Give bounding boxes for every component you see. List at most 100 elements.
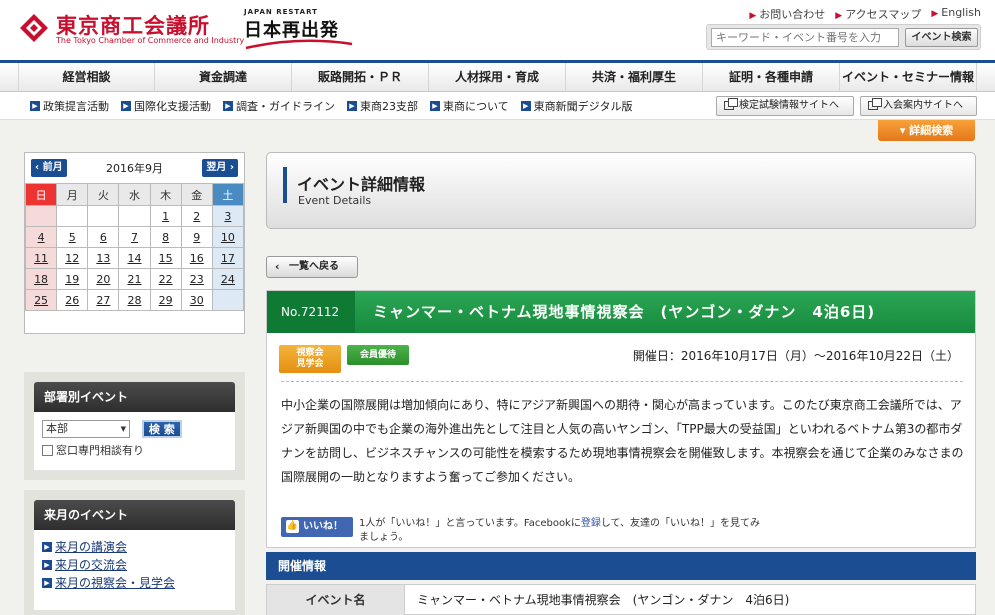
calendar-day[interactable]: 5 [56, 226, 89, 248]
english-link[interactable]: ▶ English [931, 6, 981, 22]
main-nav: 経営相談 資金調達 販路開拓・ＰＲ 人材採用・育成 共済・福利厚生 証明・各種申… [0, 60, 995, 92]
next-month-lectures-link[interactable]: ▶ 来月の講演会 [42, 538, 227, 556]
event-title: ミャンマー・ベトナム現地事情視察会 (ヤンゴン・ダナン 4泊6日) [373, 303, 876, 321]
subnav-research[interactable]: ▶ 調査・ガイドライン [223, 98, 335, 114]
site-header: 東京商工会議所 The Tokyo Chamber of Commerce an… [0, 0, 995, 60]
arrow-right-icon: ▶ [347, 101, 357, 111]
subnav-international[interactable]: ▶ 国際化支援活動 [121, 98, 211, 114]
weekday-sun: 日 [24, 183, 58, 206]
event-header: No.72112 ミャンマー・ベトナム現地事情視察会 (ヤンゴン・ダナン 4泊6… [267, 291, 975, 333]
calendar-day[interactable]: 3 [211, 205, 245, 227]
calendar-day[interactable]: 30 [180, 289, 213, 311]
calendar-day[interactable]: 20 [87, 268, 120, 290]
exam-site-button[interactable]: 検定試験情報サイトへ [716, 96, 854, 116]
nav-welfare[interactable]: 共済・福利厚生 [566, 63, 703, 91]
calendar-day[interactable]: 13 [87, 247, 120, 269]
sub-nav-links: ▶ 政策提言活動 ▶ 国際化支援活動 ▶ 調査・ガイドライン ▶ 東商23支部 ▶ 東商に… [30, 98, 644, 114]
detail-search-tab[interactable]: ▾ 詳細検索 [878, 120, 975, 141]
nav-sales-pr[interactable]: 販路開拓・ＰＲ [292, 63, 429, 91]
facebook-register-link[interactable]: 登録 [581, 518, 601, 529]
next-month-tours-link[interactable]: ▶ 来月の視察会・見学会 [42, 574, 227, 592]
subnav-policy[interactable]: ▶ 政策提言活動 [30, 98, 109, 114]
arrow-right-icon: ▶ [835, 11, 843, 21]
back-to-list-button[interactable]: ‹ 一覧へ戻る [266, 256, 358, 278]
subnav-about[interactable]: ▶ 東商について [430, 98, 509, 114]
chevron-down-icon: ▾ [899, 124, 910, 137]
calendar-day[interactable]: 25 [24, 289, 58, 311]
external-link-icon [868, 98, 882, 110]
title-accent-bar [283, 167, 287, 203]
event-info-header: 開催情報 [266, 552, 976, 580]
calendar-weekday-row: 日 月 火 水 木 金 土 [24, 183, 245, 206]
nav-recruiting[interactable]: 人材採用・育成 [429, 63, 566, 91]
calendar-day[interactable]: 26 [56, 289, 89, 311]
consultation-checkbox[interactable] [42, 444, 53, 456]
logo-text-en: The Tokyo Chamber of Commerce and Indust… [56, 36, 245, 45]
nav-certification[interactable]: 証明・各種申請 [703, 63, 840, 91]
japan-restart-banner[interactable]: JAPAN RESTART 日本再出発 [244, 8, 354, 50]
calendar-week: 1 2 3 [24, 205, 245, 227]
weekday-sat: 土 [211, 183, 245, 206]
calendar-day[interactable]: 15 [149, 247, 182, 269]
next-month-networking-link[interactable]: ▶ 来月の交流会 [42, 556, 227, 574]
divider [281, 381, 963, 382]
calendar-day[interactable]: 6 [87, 226, 120, 248]
calendar-day[interactable]: 21 [118, 268, 151, 290]
event-date: 開催日：2016年10月17日（月）～2016年10月22日（土） [632, 349, 959, 363]
arrow-right-icon: ▶ [520, 101, 531, 111]
dept-events-panel: 部署別イベント 本部 検 索 窓口専門相談有り [24, 372, 245, 480]
calendar-day[interactable]: 22 [149, 268, 182, 290]
event-calendar: ‹ 前月 2016年9月 翌月 › 日 月 火 水 木 金 土 1 2 3 4 … [24, 152, 245, 334]
dept-events-body: 本部 検 索 窓口専門相談有り [34, 412, 235, 470]
dept-events-title: 部署別イベント [34, 382, 235, 412]
nav-financing[interactable]: 資金調達 [155, 63, 292, 91]
tcci-logo[interactable]: 東京商工会議所 The Tokyo Chamber of Commerce an… [18, 10, 244, 46]
page-subtitle: Event Details [298, 194, 372, 207]
calendar-day[interactable]: 28 [118, 289, 151, 311]
dept-search-button[interactable]: 検 索 [141, 420, 182, 438]
calendar-day[interactable]: 24 [211, 268, 245, 290]
calendar-day[interactable]: 19 [56, 268, 89, 290]
calendar-day[interactable]: 27 [87, 289, 120, 311]
weekday-tue: 火 [87, 183, 120, 206]
consultation-checkbox-label: 窓口専門相談有り [56, 444, 144, 457]
calendar-day[interactable]: 9 [180, 226, 213, 248]
calendar-day[interactable]: 12 [56, 247, 89, 269]
event-description: 中小企業の国際展開は増加傾向にあり、特にアジア新興国への期待・関心が高まっていま… [281, 398, 964, 484]
subnav-newspaper[interactable]: ▶ 東商新聞デジタル版 [520, 98, 632, 114]
calendar-day[interactable]: 2 [180, 205, 213, 227]
calendar-day[interactable]: 10 [211, 226, 245, 248]
calendar-day[interactable]: 14 [118, 247, 151, 269]
calendar-day[interactable]: 8 [149, 226, 182, 248]
membership-site-button[interactable]: 入会案内サイトへ [860, 96, 977, 116]
calendar-day[interactable]: 1 [149, 205, 182, 227]
calendar-day[interactable]: 4 [24, 226, 58, 248]
subnav-branches[interactable]: ▶ 東商23支部 [347, 98, 418, 114]
contact-link[interactable]: ▶ お問い合わせ [749, 6, 825, 22]
calendar-day[interactable]: 18 [24, 268, 58, 290]
dept-select[interactable]: 本部 [42, 420, 130, 438]
weekday-mon: 月 [56, 183, 89, 206]
calendar-day[interactable]: 29 [149, 289, 182, 311]
calendar-day[interactable]: 17 [211, 247, 245, 269]
external-link-icon [724, 98, 738, 110]
page-title: イベント詳細情報 [297, 175, 426, 194]
nav-consulting[interactable]: 経営相談 [18, 63, 155, 91]
next-month-button[interactable]: 翌月 › [202, 159, 238, 177]
info-row-event-name: イベント名 ミャンマー・ベトナム現地事情視察会 (ヤンゴン・ダナン 4泊6日) [266, 584, 976, 615]
calendar-header: ‹ 前月 2016年9月 翌月 › [25, 153, 244, 183]
event-search-input[interactable] [711, 28, 899, 47]
access-map-link[interactable]: ▶ アクセスマップ [835, 6, 921, 22]
facebook-like-button[interactable]: 👍 いいね！ [281, 517, 353, 537]
calendar-week: 11 12 13 14 15 16 17 [24, 247, 245, 269]
calendar-day[interactable]: 11 [24, 247, 58, 269]
calendar-day[interactable]: 23 [180, 268, 213, 290]
nav-events-seminars[interactable]: イベント・セミナー情報 [840, 63, 977, 91]
calendar-day[interactable]: 7 [118, 226, 151, 248]
event-search-button[interactable]: イベント検索 [905, 28, 978, 47]
consultation-checkbox-row[interactable]: 窓口専門相談有り [42, 442, 227, 458]
next-month-title: 来月のイベント [34, 500, 235, 530]
calendar-day-empty [56, 205, 89, 227]
calendar-day[interactable]: 16 [180, 247, 213, 269]
calendar-week: 25 26 27 28 29 30 [24, 289, 245, 311]
